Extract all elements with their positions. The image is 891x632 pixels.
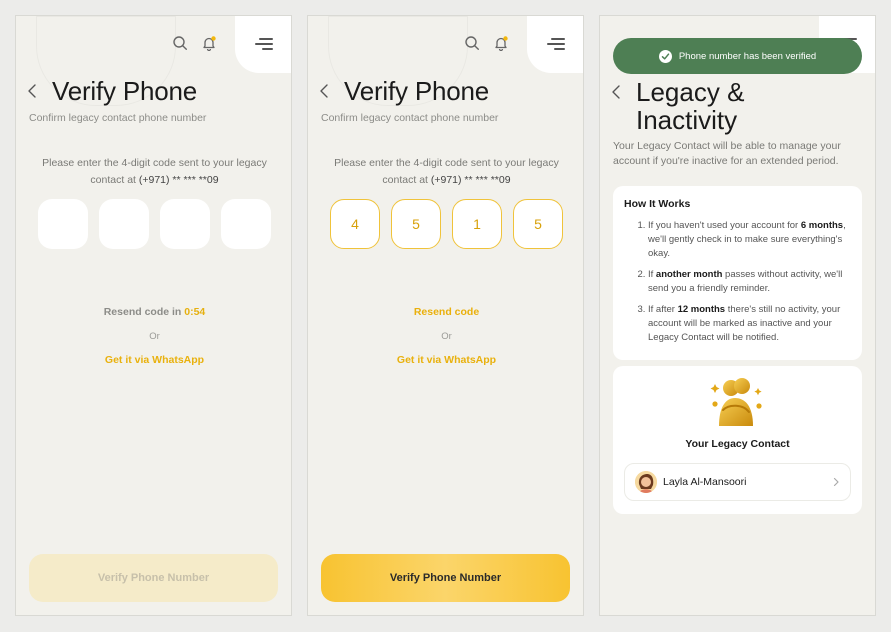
instruction-text: Please enter the 4-digit code sent to yo… [42, 157, 267, 186]
check-icon [658, 49, 672, 63]
or-divider: Or [441, 331, 452, 342]
chevron-right-icon [833, 477, 839, 487]
verify-phone-button[interactable]: Verify Phone Number [321, 554, 570, 602]
otp-digit-3[interactable]: 1 [452, 199, 502, 249]
resend-timer: 0:54 [184, 306, 206, 318]
page-subtitle: Confirm legacy contact phone number [321, 112, 499, 124]
or-divider: Or [149, 331, 160, 342]
masked-phone: (+971) ** *** **09 [430, 174, 511, 186]
page-title: Verify Phone [52, 76, 198, 106]
menu-button[interactable] [527, 16, 583, 73]
legacy-contact-row[interactable]: Layla Al-Mansoori [624, 463, 851, 501]
hug-illustration-icon [710, 378, 762, 426]
resend-code-link[interactable]: Resend code [308, 306, 583, 318]
list-item: If after 12 months there's still no acti… [648, 303, 851, 345]
page-title: Legacy & Inactivity [636, 77, 745, 135]
success-toast: Phone number has been verified [613, 38, 862, 74]
verify-phone-screen-empty: Verify Phone Confirm legacy contact phon… [15, 15, 292, 616]
instruction-text: Please enter the 4-digit code sent to yo… [334, 157, 559, 186]
otp-digit-3[interactable] [160, 199, 210, 249]
page-title: Verify Phone [344, 76, 490, 106]
verify-phone-screen-filled: Verify Phone Confirm legacy contact phon… [307, 15, 584, 616]
page-description: Your Legacy Contact will be able to mana… [613, 140, 841, 167]
back-icon[interactable] [610, 83, 624, 101]
search-icon[interactable] [172, 35, 188, 51]
back-icon[interactable] [26, 82, 40, 100]
otp-digit-2[interactable] [99, 199, 149, 249]
otp-digit-4[interactable]: 5 [513, 199, 563, 249]
otp-digit-1[interactable] [38, 199, 88, 249]
contact-name: Layla Al-Mansoori [663, 476, 747, 488]
otp-digit-1[interactable]: 4 [330, 199, 380, 249]
page-subtitle: Confirm legacy contact phone number [29, 112, 207, 124]
menu-button[interactable] [235, 16, 291, 73]
whatsapp-link[interactable]: Get it via WhatsApp [308, 354, 583, 366]
masked-phone: (+971) ** *** **09 [138, 174, 219, 186]
toast-message: Phone number has been verified [678, 50, 817, 62]
otp-input-group: 4 5 1 5 [330, 199, 563, 249]
list-item: If another month passes without activity… [648, 268, 851, 296]
whatsapp-link[interactable]: Get it via WhatsApp [16, 354, 291, 366]
verify-phone-button[interactable]: Verify Phone Number [29, 554, 278, 602]
legacy-inactivity-screen: Phone number has been verified Legacy & … [599, 15, 876, 616]
avatar [635, 471, 657, 493]
steps-list: If you haven't used your account for 6 m… [624, 219, 851, 345]
resend-countdown: Resend code in 0:54 [103, 306, 206, 318]
back-icon[interactable] [318, 82, 332, 100]
menu-icon [546, 38, 565, 50]
otp-digit-4[interactable] [221, 199, 271, 249]
bell-icon[interactable] [201, 35, 217, 51]
bell-icon[interactable] [493, 35, 509, 51]
how-it-works-title: How It Works [624, 198, 691, 210]
otp-digit-2[interactable]: 5 [391, 199, 441, 249]
legacy-contact-card: Your Legacy Contact Layla Al-Mansoori [613, 366, 862, 514]
search-icon[interactable] [464, 35, 480, 51]
otp-input-group [38, 199, 271, 249]
menu-icon [254, 38, 273, 50]
list-item: If you haven't used your account for 6 m… [648, 219, 851, 261]
how-it-works-card: How It Works If you haven't used your ac… [613, 186, 862, 360]
legacy-contact-title: Your Legacy Contact [685, 438, 790, 450]
